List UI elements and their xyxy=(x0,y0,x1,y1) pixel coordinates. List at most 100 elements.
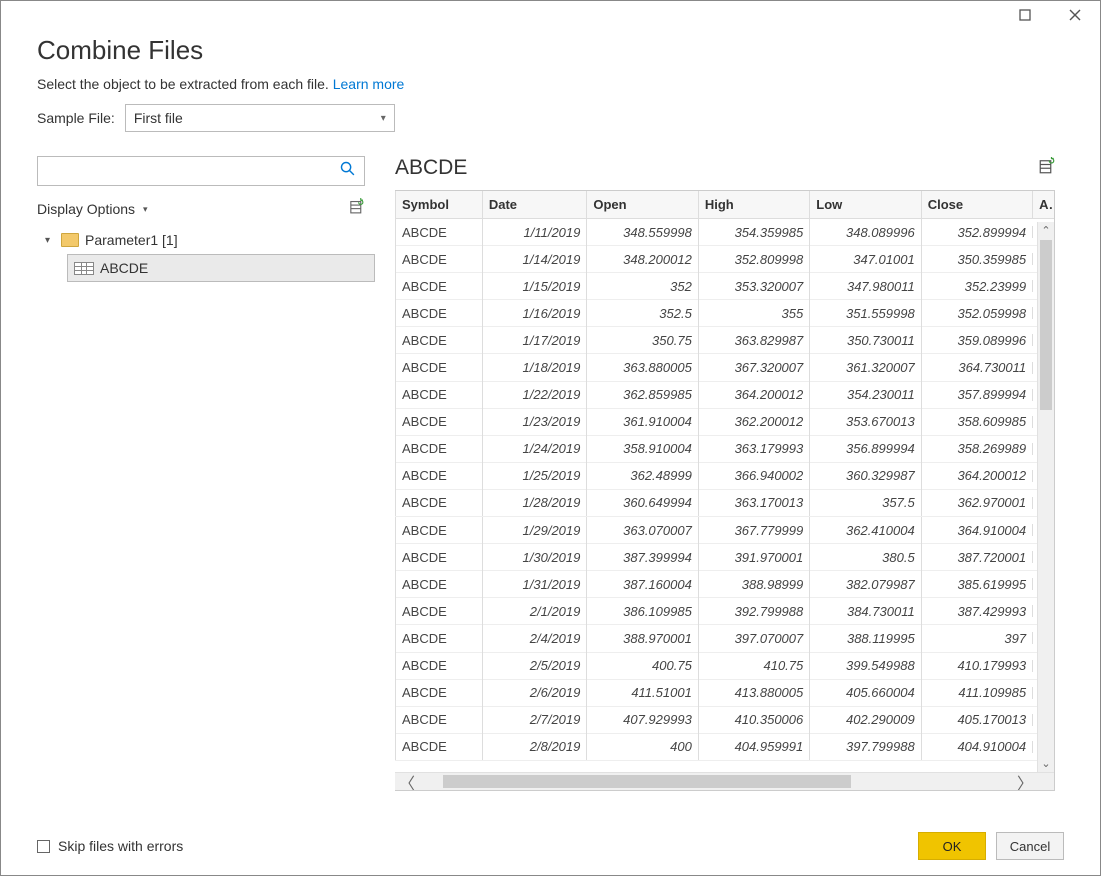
table-row[interactable]: ABCDE1/17/2019350.75363.829987350.730011… xyxy=(395,327,1054,354)
folder-icon xyxy=(61,233,79,247)
horizontal-scrollbar[interactable]: 〈 〉 xyxy=(395,772,1054,790)
table-row[interactable]: ABCDE1/25/2019362.48999366.940002360.329… xyxy=(395,463,1054,490)
cell: 362.200012 xyxy=(698,408,809,435)
cell: ABCDE xyxy=(395,652,482,679)
cell: 364.200012 xyxy=(921,462,1032,489)
column-header[interactable]: High xyxy=(698,191,809,218)
cancel-button[interactable]: Cancel xyxy=(996,832,1064,860)
refresh-navigator-icon[interactable] xyxy=(348,198,365,220)
ok-button[interactable]: OK xyxy=(918,832,986,860)
cell: 358.269989 xyxy=(921,435,1032,462)
table-row[interactable]: ABCDE1/22/2019362.859985364.200012354.23… xyxy=(395,382,1054,409)
table-row[interactable]: ABCDE1/16/2019352.5355351.559998352.0599… xyxy=(395,300,1054,327)
table-row[interactable]: ABCDE1/14/2019348.200012352.809998347.01… xyxy=(395,246,1054,273)
table-row[interactable]: ABCDE2/7/2019407.929993410.350006402.290… xyxy=(395,707,1054,734)
table-row[interactable]: ABCDE1/31/2019387.160004388.98999382.079… xyxy=(395,571,1054,598)
table-row[interactable]: ABCDE1/15/2019352353.320007347.980011352… xyxy=(395,273,1054,300)
cell: 363.179993 xyxy=(698,435,809,462)
cell: ABCDE xyxy=(395,408,482,435)
vscroll-thumb[interactable] xyxy=(1040,240,1052,410)
object-tree: ▾ Parameter1 [1] ABCDE xyxy=(37,226,365,282)
refresh-preview-icon[interactable] xyxy=(1038,157,1056,180)
column-header[interactable]: Low xyxy=(809,191,920,218)
cell: ABCDE xyxy=(395,246,482,273)
sample-file-dropdown[interactable]: First file ▾ xyxy=(125,104,395,132)
cell: 352 xyxy=(586,273,697,300)
table-row[interactable]: ABCDE1/18/2019363.880005367.320007361.32… xyxy=(395,354,1054,381)
cell: 391.970001 xyxy=(698,544,809,571)
scroll-left-icon[interactable]: 〈 xyxy=(395,773,419,790)
cell: 348.200012 xyxy=(586,246,697,273)
column-header[interactable]: Close xyxy=(921,191,1032,218)
search-input[interactable] xyxy=(37,156,365,186)
table-row[interactable]: ABCDE2/4/2019388.970001397.070007388.119… xyxy=(395,625,1054,652)
cell: ABCDE xyxy=(395,354,482,381)
sample-file-value: First file xyxy=(134,110,183,126)
cell: 387.429993 xyxy=(921,598,1032,625)
cell: 360.329987 xyxy=(809,462,920,489)
cell: 388.98999 xyxy=(698,571,809,598)
scroll-right-icon[interactable]: 〉 xyxy=(1013,773,1037,790)
vertical-scrollbar[interactable]: ⌃ ⌄ xyxy=(1037,222,1054,772)
cell: 2/4/2019 xyxy=(482,625,587,652)
cell: 359.089996 xyxy=(921,327,1032,354)
cell: 366.940002 xyxy=(698,462,809,489)
cell: 1/17/2019 xyxy=(482,327,587,354)
column-header[interactable]: Ad xyxy=(1032,191,1054,218)
table-row[interactable]: ABCDE2/8/2019400404.959991397.799988404.… xyxy=(395,734,1054,761)
dialog-footer: Skip files with errors OK Cancel xyxy=(1,817,1100,875)
cell: 351.559998 xyxy=(809,300,920,327)
cell: 364.910004 xyxy=(921,517,1032,544)
table-row[interactable]: ABCDE1/11/2019348.559998354.359985348.08… xyxy=(395,219,1054,246)
cell: ABCDE xyxy=(395,489,482,516)
cell: 355 xyxy=(698,300,809,327)
cell: 388.119995 xyxy=(809,625,920,652)
table-row[interactable]: ABCDE1/24/2019358.910004363.179993356.89… xyxy=(395,436,1054,463)
column-header[interactable]: Date xyxy=(482,191,587,218)
cell: 354.230011 xyxy=(809,381,920,408)
tree-table-row[interactable]: ABCDE xyxy=(67,254,375,282)
cell: 357.5 xyxy=(809,489,920,516)
cell: 397 xyxy=(921,625,1032,652)
cell: 404.959991 xyxy=(698,733,809,760)
hscroll-thumb[interactable] xyxy=(443,775,851,788)
cell: 384.730011 xyxy=(809,598,920,625)
search-icon xyxy=(339,160,356,182)
cell: 387.160004 xyxy=(586,571,697,598)
cell: 360.649994 xyxy=(586,489,697,516)
scroll-up-icon[interactable]: ⌃ xyxy=(1038,222,1054,239)
dialog-title: Combine Files xyxy=(37,35,1064,66)
cell: 1/31/2019 xyxy=(482,571,587,598)
table-row[interactable]: ABCDE2/5/2019400.75410.75399.549988410.1… xyxy=(395,653,1054,680)
checkbox-icon[interactable] xyxy=(37,840,50,853)
table-row[interactable]: ABCDE2/1/2019386.109985392.799988384.730… xyxy=(395,598,1054,625)
learn-more-link[interactable]: Learn more xyxy=(333,76,405,92)
cell: ABCDE xyxy=(395,300,482,327)
cell: 362.410004 xyxy=(809,517,920,544)
cell: 400.75 xyxy=(586,652,697,679)
subtitle-text: Select the object to be extracted from e… xyxy=(37,76,329,92)
column-header[interactable]: Open xyxy=(586,191,697,218)
cell: 382.079987 xyxy=(809,571,920,598)
table-row[interactable]: ABCDE1/23/2019361.910004362.200012353.67… xyxy=(395,409,1054,436)
table-row[interactable]: ABCDE1/29/2019363.070007367.779999362.41… xyxy=(395,517,1054,544)
maximize-button[interactable] xyxy=(1004,3,1046,27)
skip-errors-checkbox[interactable]: Skip files with errors xyxy=(37,838,183,854)
cell: 350.75 xyxy=(586,327,697,354)
close-button[interactable] xyxy=(1054,3,1096,27)
cell: ABCDE xyxy=(395,706,482,733)
collapse-icon[interactable]: ▾ xyxy=(45,235,55,246)
table-row[interactable]: ABCDE2/6/2019411.51001413.880005405.6600… xyxy=(395,680,1054,707)
cell: 350.359985 xyxy=(921,246,1032,273)
cell: 1/18/2019 xyxy=(482,354,587,381)
tree-folder-row[interactable]: ▾ Parameter1 [1] xyxy=(37,226,365,254)
cell: ABCDE xyxy=(395,219,482,246)
data-grid: SymbolDateOpenHighLowCloseAd ABCDE1/11/2… xyxy=(395,190,1055,791)
table-row[interactable]: ABCDE1/28/2019360.649994363.170013357.53… xyxy=(395,490,1054,517)
cell: 402.290009 xyxy=(809,706,920,733)
display-options-dropdown[interactable]: Display Options xyxy=(37,201,148,217)
scroll-down-icon[interactable]: ⌄ xyxy=(1038,755,1054,772)
cell: 367.320007 xyxy=(698,354,809,381)
table-row[interactable]: ABCDE1/30/2019387.399994391.970001380.53… xyxy=(395,544,1054,571)
column-header[interactable]: Symbol xyxy=(395,191,482,218)
